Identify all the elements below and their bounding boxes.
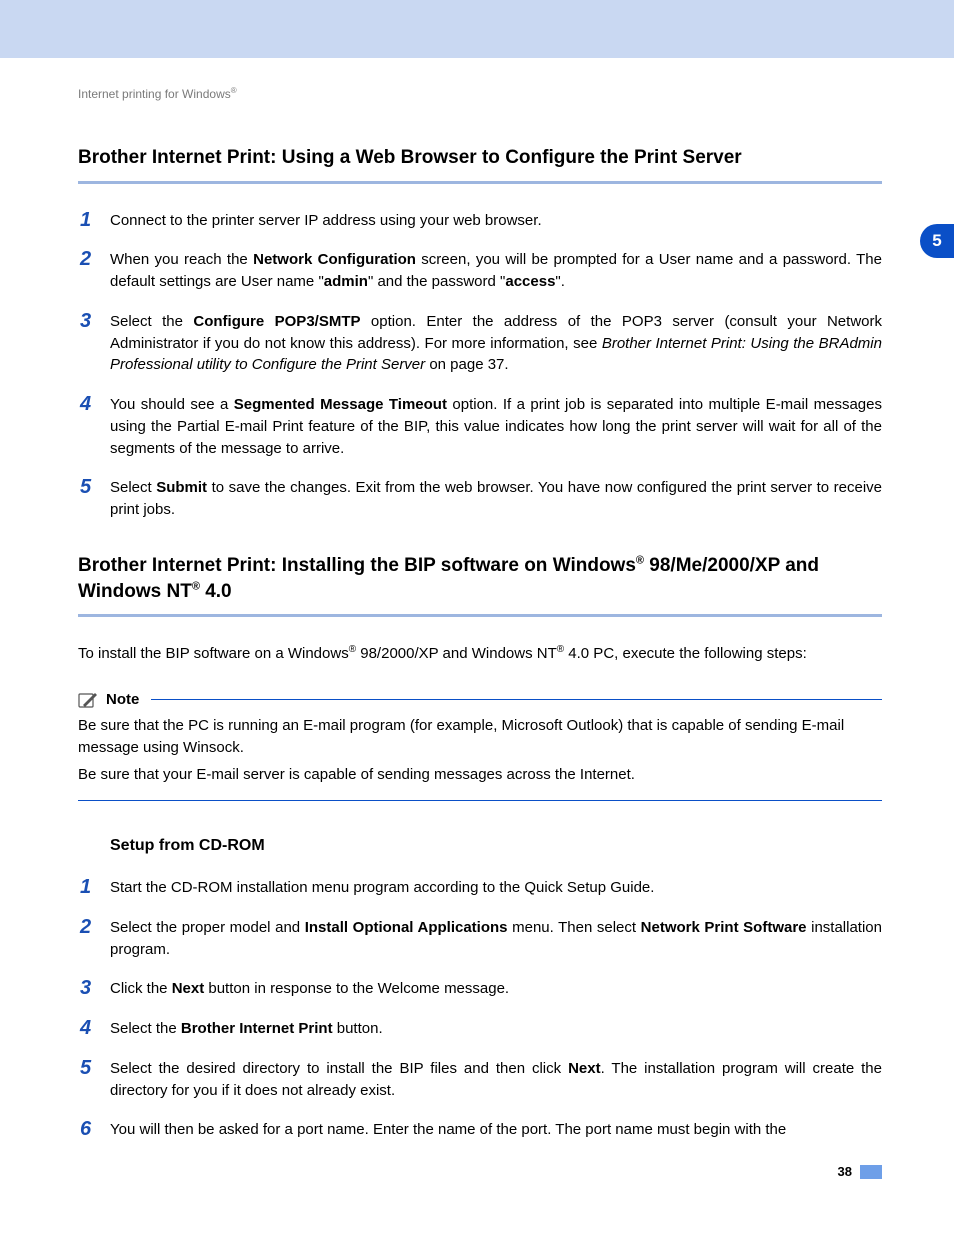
- note-rule: [151, 699, 882, 700]
- page-content: Internet printing for Windows® Brother I…: [0, 58, 954, 1141]
- step-item: 5Select Submit to save the changes. Exit…: [78, 477, 882, 521]
- note-block: Note Be sure that the PC is running an E…: [78, 691, 882, 801]
- registered-mark: ®: [231, 86, 237, 95]
- step-text: Select the proper model and Install Opti…: [110, 919, 882, 958]
- step-number: 1: [80, 873, 91, 902]
- step-number: 4: [80, 1014, 91, 1043]
- section-1-steps: 1Connect to the printer server IP addres…: [78, 210, 882, 521]
- note-pencil-icon: [78, 691, 100, 709]
- step-text: Click the Next button in response to the…: [110, 980, 509, 997]
- page-footer: 38: [838, 1164, 882, 1179]
- step-item: 2Select the proper model and Install Opt…: [78, 917, 882, 961]
- step-number: 3: [80, 974, 91, 1003]
- step-item: 3Click the Next button in response to th…: [78, 978, 882, 1000]
- step-text: Select Submit to save the changes. Exit …: [110, 479, 882, 518]
- note-line: Be sure that the PC is running an E-mail…: [78, 715, 882, 759]
- note-line: Be sure that your E-mail server is capab…: [78, 764, 882, 786]
- step-text: Start the CD-ROM installation menu progr…: [110, 879, 654, 896]
- step-text: You should see a Segmented Message Timeo…: [110, 396, 882, 457]
- top-band: [0, 0, 954, 58]
- note-label: Note: [106, 691, 139, 708]
- step-item: 1Connect to the printer server IP addres…: [78, 210, 882, 232]
- step-text: Select the Configure POP3/SMTP option. E…: [110, 313, 882, 374]
- step-number: 5: [80, 473, 91, 502]
- note-bottom-rule: [78, 800, 882, 801]
- step-item: 4Select the Brother Internet Print butto…: [78, 1018, 882, 1040]
- step-item: 2When you reach the Network Configuratio…: [78, 249, 882, 293]
- running-header: Internet printing for Windows®: [78, 86, 882, 101]
- subsection-title: Setup from CD-ROM: [110, 837, 882, 855]
- section-2-intro: To install the BIP software on a Windows…: [78, 643, 882, 665]
- step-text: Connect to the printer server IP address…: [110, 212, 542, 229]
- step-item: 3Select the Configure POP3/SMTP option. …: [78, 311, 882, 376]
- step-number: 2: [80, 913, 91, 942]
- step-number: 2: [80, 245, 91, 274]
- step-text: When you reach the Network Configuration…: [110, 251, 882, 290]
- step-item: 5Select the desired directory to install…: [78, 1058, 882, 1102]
- section-1-title: Brother Internet Print: Using a Web Brow…: [78, 145, 882, 171]
- step-text: You will then be asked for a port name. …: [110, 1121, 786, 1138]
- section-2-title: Brother Internet Print: Installing the B…: [78, 553, 882, 604]
- step-number: 6: [80, 1115, 91, 1144]
- running-header-text: Internet printing for Windows: [78, 87, 231, 101]
- page-number: 38: [838, 1164, 852, 1179]
- title-rule: [78, 181, 882, 184]
- step-text: Select the desired directory to install …: [110, 1060, 882, 1099]
- step-number: 3: [80, 307, 91, 336]
- page-chip: [860, 1165, 882, 1179]
- note-header: Note: [78, 691, 882, 709]
- step-item: 6You will then be asked for a port name.…: [78, 1119, 882, 1141]
- step-item: 1Start the CD-ROM installation menu prog…: [78, 877, 882, 899]
- chapter-side-tab: 5: [920, 224, 954, 258]
- step-text: Select the Brother Internet Print button…: [110, 1020, 383, 1037]
- step-number: 5: [80, 1054, 91, 1083]
- step-item: 4You should see a Segmented Message Time…: [78, 394, 882, 459]
- subsection-steps: 1Start the CD-ROM installation menu prog…: [78, 877, 882, 1141]
- step-number: 1: [80, 206, 91, 235]
- step-number: 4: [80, 390, 91, 419]
- title-rule: [78, 614, 882, 617]
